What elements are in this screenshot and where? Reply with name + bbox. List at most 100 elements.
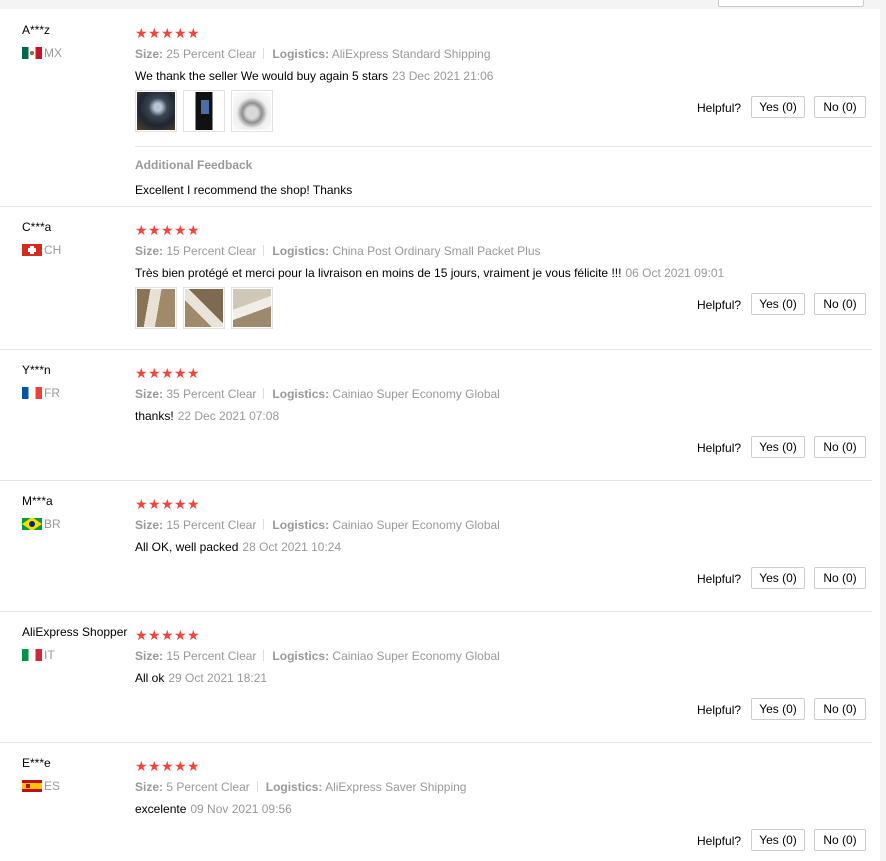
helpful-yes-button[interactable]: Yes (0) bbox=[751, 436, 805, 458]
review-meta: Size: 5 Percent Clear Logistics: AliExpre… bbox=[135, 780, 466, 794]
review-date: 22 Dec 2021 07:08 bbox=[177, 409, 280, 423]
logistics-label: Logistics: bbox=[272, 518, 330, 532]
size-value: 15 Percent Clear bbox=[166, 518, 257, 532]
rating-stars: ★★★★★ bbox=[135, 365, 200, 381]
reviewer-country: MX bbox=[22, 46, 62, 60]
star-icon: ★ bbox=[135, 222, 148, 238]
rating-stars: ★★★★★ bbox=[135, 627, 200, 643]
additional-feedback-text: Excellent I recommend the shop! Thanks bbox=[135, 183, 353, 197]
review-text: All OK, well packed 28 Oct 2021 10:24 bbox=[135, 540, 341, 554]
star-icon: ★ bbox=[187, 496, 200, 512]
logistics-label: Logistics: bbox=[265, 780, 323, 794]
helpful-no-button[interactable]: No (0) bbox=[814, 436, 866, 458]
country-code: ES bbox=[44, 779, 61, 793]
review-item: C***a CH ★★★★★ Size: 15 Percent Clear Log… bbox=[0, 206, 872, 350]
helpful-yes-button[interactable]: Yes (0) bbox=[751, 96, 805, 118]
review-meta: Size: 35 Percent Clear Logistics: Cainiao… bbox=[135, 387, 500, 401]
size-value: 5 Percent Clear bbox=[166, 780, 250, 794]
helpful-no-button[interactable]: No (0) bbox=[814, 698, 866, 720]
helpful-label: Helpful? bbox=[697, 834, 742, 848]
helpful-yes-button[interactable]: Yes (0) bbox=[751, 829, 805, 851]
country-code: BR bbox=[44, 517, 61, 531]
review-photos bbox=[135, 287, 279, 329]
review-item: A***z MX ★★★★★ Size: 25 Percent Clear Log… bbox=[0, 9, 872, 207]
star-icon: ★ bbox=[174, 496, 187, 512]
helpful-yes-button[interactable]: Yes (0) bbox=[751, 293, 805, 315]
rating-stars: ★★★★★ bbox=[135, 758, 200, 774]
review-photos bbox=[135, 90, 279, 132]
meta-divider bbox=[263, 388, 265, 399]
star-icon: ★ bbox=[148, 627, 161, 643]
size-label: Size: bbox=[135, 649, 164, 663]
country-code: CH bbox=[44, 243, 62, 257]
flag-br-icon bbox=[22, 518, 42, 530]
logistics-value: Cainiao Super Economy Global bbox=[332, 649, 500, 663]
star-icon: ★ bbox=[174, 627, 187, 643]
review-photo-thumbnail[interactable] bbox=[183, 90, 225, 132]
star-icon: ★ bbox=[161, 758, 174, 774]
review-content: Très bien protégé et merci pour la livra… bbox=[135, 266, 622, 280]
review-photo-thumbnail[interactable] bbox=[231, 90, 273, 132]
review-date: 28 Oct 2021 10:24 bbox=[242, 540, 342, 554]
sort-dropdown[interactable] bbox=[718, 0, 864, 7]
review-content: excelente bbox=[135, 802, 187, 816]
review-text: We thank the seller We would buy again 5… bbox=[135, 69, 493, 83]
top-bar bbox=[0, 0, 886, 9]
review-date: 06 Oct 2021 09:01 bbox=[625, 266, 725, 280]
size-value: 15 Percent Clear bbox=[166, 244, 257, 258]
reviewer-country: BR bbox=[22, 517, 61, 531]
review-photo-thumbnail[interactable] bbox=[231, 287, 273, 329]
reviewer-name: Y***n bbox=[22, 363, 51, 377]
star-icon: ★ bbox=[174, 222, 187, 238]
review-item: Y***n FR ★★★★★ Size: 35 Percent Clear Log… bbox=[0, 349, 872, 481]
rating-stars: ★★★★★ bbox=[135, 222, 200, 238]
star-icon: ★ bbox=[135, 758, 148, 774]
helpful-label: Helpful? bbox=[697, 101, 742, 115]
reviewer-name: E***e bbox=[22, 756, 51, 770]
size-value: 35 Percent Clear bbox=[166, 387, 257, 401]
flag-mx-icon bbox=[22, 47, 42, 59]
helpful-no-button[interactable]: No (0) bbox=[814, 96, 866, 118]
helpful-no-button[interactable]: No (0) bbox=[814, 567, 866, 589]
star-icon: ★ bbox=[161, 496, 174, 512]
star-icon: ★ bbox=[161, 25, 174, 41]
review-content: We thank the seller We would buy again 5… bbox=[135, 69, 389, 83]
helpful-label: Helpful? bbox=[697, 441, 742, 455]
review-text: thanks! 22 Dec 2021 07:08 bbox=[135, 409, 279, 423]
review-photo-thumbnail[interactable] bbox=[135, 90, 177, 132]
review-photo-thumbnail[interactable] bbox=[135, 287, 177, 329]
logistics-value: China Post Ordinary Small Packet Plus bbox=[332, 244, 541, 258]
size-label: Size: bbox=[135, 518, 164, 532]
star-icon: ★ bbox=[135, 496, 148, 512]
logistics-value: AliExpress Saver Shipping bbox=[325, 780, 467, 794]
review-meta: Size: 25 Percent Clear Logistics: AliExpr… bbox=[135, 47, 491, 61]
review-photo-thumbnail[interactable] bbox=[183, 287, 225, 329]
reviewer-name: C***a bbox=[22, 220, 52, 234]
size-value: 15 Percent Clear bbox=[166, 649, 257, 663]
meta-divider bbox=[263, 650, 265, 661]
review-date: 29 Oct 2021 18:21 bbox=[168, 671, 268, 685]
review-meta: Size: 15 Percent Clear Logistics: Cainiao… bbox=[135, 649, 500, 663]
reviewer-country: FR bbox=[22, 386, 60, 400]
review-item: E***e ES ★★★★★ Size: 5 Percent Clear Logi… bbox=[0, 742, 872, 860]
meta-divider bbox=[263, 519, 265, 530]
additional-feedback: Additional Feedback Excellent I recommen… bbox=[135, 146, 872, 206]
reviewer-country: ES bbox=[22, 779, 60, 793]
star-icon: ★ bbox=[148, 758, 161, 774]
star-icon: ★ bbox=[174, 365, 187, 381]
logistics-label: Logistics: bbox=[272, 649, 330, 663]
feedback-page: A***z MX ★★★★★ Size: 25 Percent Clear Log… bbox=[0, 0, 886, 861]
helpful-no-button[interactable]: No (0) bbox=[814, 293, 866, 315]
flag-fr-icon bbox=[22, 387, 42, 399]
meta-divider bbox=[256, 781, 258, 792]
helpful-yes-button[interactable]: Yes (0) bbox=[751, 698, 805, 720]
reviewer-country: IT bbox=[22, 648, 55, 662]
star-icon: ★ bbox=[174, 25, 187, 41]
additional-feedback-heading: Additional Feedback bbox=[135, 158, 253, 172]
star-icon: ★ bbox=[135, 627, 148, 643]
helpful-yes-button[interactable]: Yes (0) bbox=[751, 567, 805, 589]
meta-divider bbox=[263, 245, 265, 256]
reviews-panel: A***z MX ★★★★★ Size: 25 Percent Clear Log… bbox=[0, 9, 880, 861]
helpful-no-button[interactable]: No (0) bbox=[814, 829, 866, 851]
country-code: MX bbox=[44, 46, 62, 60]
